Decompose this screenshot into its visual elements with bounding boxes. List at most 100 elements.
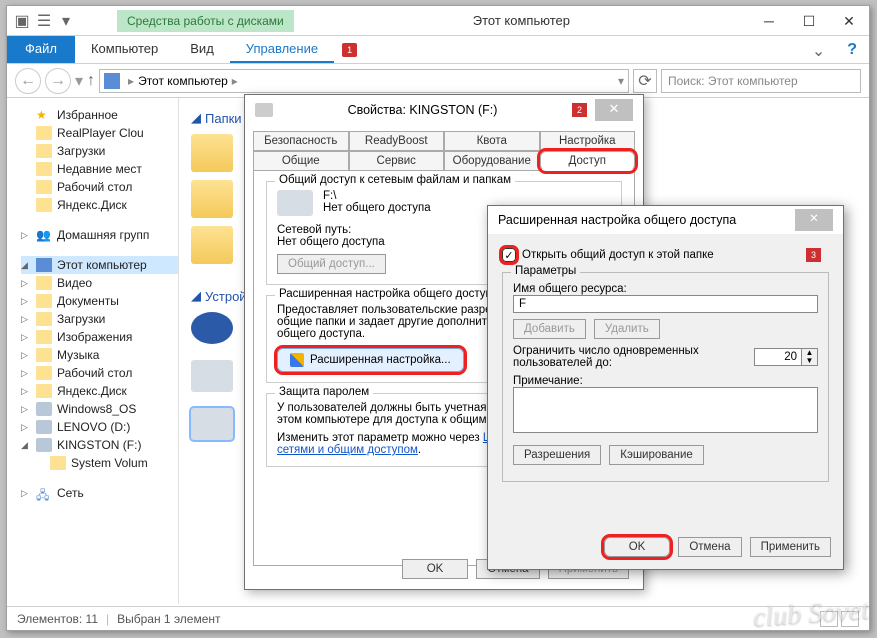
advanced-sharing-button[interactable]: Расширенная настройка... bbox=[277, 348, 464, 372]
tree-favorites[interactable]: Избранное bbox=[57, 108, 118, 122]
nav-tree[interactable]: ★Избранное RealPlayer Clou Загрузки Неда… bbox=[7, 98, 179, 604]
properties-icon[interactable]: ☰ bbox=[33, 10, 55, 32]
tab-customize[interactable]: Настройка bbox=[540, 131, 636, 151]
add-button[interactable]: Добавить bbox=[513, 319, 586, 339]
user-limit-input[interactable] bbox=[754, 348, 802, 366]
expand-ribbon-icon[interactable]: ⌄ bbox=[802, 36, 835, 63]
share-name-input[interactable] bbox=[513, 295, 818, 313]
tree-item[interactable]: Windows8_OS bbox=[57, 402, 136, 416]
tree-homegroup[interactable]: Домашняя групп bbox=[57, 228, 149, 242]
dialog-title: Свойства: KINGSTON (F:) bbox=[281, 103, 564, 117]
no-share-label: Нет общего доступа bbox=[323, 202, 431, 214]
up-button[interactable]: ↑ bbox=[87, 72, 95, 90]
folder-icon bbox=[36, 366, 52, 380]
status-bar: Элементов: 11 | Выбран 1 элемент bbox=[7, 606, 869, 630]
tree-item[interactable]: Загрузки bbox=[57, 144, 105, 158]
folder-icon bbox=[36, 180, 52, 194]
folder-icon bbox=[36, 294, 52, 308]
view-tab[interactable]: Вид bbox=[174, 36, 230, 63]
minimize-button[interactable]: ─ bbox=[749, 9, 789, 33]
tree-item[interactable]: Яндекс.Диск bbox=[57, 384, 127, 398]
view-details-icon[interactable] bbox=[820, 611, 838, 627]
tree-item[interactable]: RealPlayer Clou bbox=[57, 126, 144, 140]
tree-item[interactable]: Яндекс.Диск bbox=[57, 198, 127, 212]
window-title: Этот компьютер bbox=[294, 13, 749, 28]
close-button[interactable]: ✕ bbox=[595, 99, 633, 121]
delete-button[interactable]: Удалить bbox=[594, 319, 660, 339]
folder-item[interactable] bbox=[191, 226, 233, 264]
ok-button[interactable]: OK bbox=[402, 559, 469, 579]
window-controls: ─ ☐ ✕ bbox=[749, 9, 869, 33]
close-button[interactable]: ✕ bbox=[829, 9, 869, 33]
breadcrumb-item[interactable]: Этот компьютер bbox=[138, 74, 228, 88]
search-input[interactable]: Поиск: Этот компьютер bbox=[661, 69, 861, 93]
tab-general[interactable]: Общие bbox=[253, 151, 349, 171]
breadcrumb-dropdown-icon[interactable]: ▾ bbox=[618, 74, 624, 88]
folder-icon bbox=[36, 198, 52, 212]
manage-tab[interactable]: Управление bbox=[230, 36, 334, 63]
tab-sharing[interactable]: Доступ bbox=[540, 151, 636, 171]
maximize-button[interactable]: ☐ bbox=[789, 9, 829, 33]
net-share-group-title: Общий доступ к сетевым файлам и папкам bbox=[275, 174, 515, 186]
spinner-down-icon[interactable]: ▼ bbox=[802, 357, 817, 365]
pc-icon bbox=[104, 73, 120, 89]
tab-security[interactable]: Безопасность bbox=[253, 131, 349, 151]
ribbon-context-tab[interactable]: Средства работы с дисками bbox=[117, 10, 294, 32]
file-tab[interactable]: Файл bbox=[7, 36, 75, 63]
cancel-button[interactable]: Отмена bbox=[678, 537, 741, 557]
folder-icon bbox=[36, 348, 52, 362]
tab-tools[interactable]: Сервис bbox=[349, 151, 445, 171]
onedrive-icon[interactable] bbox=[191, 312, 233, 344]
tree-network[interactable]: Сеть bbox=[57, 486, 84, 500]
note-textarea[interactable] bbox=[513, 387, 818, 433]
tree-item[interactable]: Изображения bbox=[57, 330, 132, 344]
tab-readyboost[interactable]: ReadyBoost bbox=[349, 131, 445, 151]
tree-item[interactable]: KINGSTON (F:) bbox=[57, 438, 141, 452]
tree-item[interactable]: Музыка bbox=[57, 348, 99, 362]
tree-item[interactable]: Загрузки bbox=[57, 312, 105, 326]
tree-item[interactable]: Видео bbox=[57, 276, 92, 290]
permissions-button[interactable]: Разрешения bbox=[513, 445, 601, 465]
qat-dropdown-icon[interactable]: ▾ bbox=[55, 10, 77, 32]
folder-item[interactable] bbox=[191, 180, 233, 218]
dialog-title-bar[interactable]: Свойства: KINGSTON (F:) 2 ✕ bbox=[245, 95, 643, 125]
tree-item[interactable]: Недавние мест bbox=[57, 162, 142, 176]
dialog-title: Расширенная настройка общего доступа bbox=[498, 213, 795, 227]
tree-item[interactable]: Документы bbox=[57, 294, 119, 308]
tree-item[interactable]: System Volum bbox=[71, 456, 148, 470]
limit-label: Ограничить число одновременных пользоват… bbox=[513, 345, 746, 369]
chevron-right-icon: ▸ bbox=[232, 74, 238, 88]
share-folder-checkbox[interactable]: ✓ bbox=[502, 248, 516, 262]
caching-button[interactable]: Кэширование bbox=[609, 445, 704, 465]
drive-icon bbox=[36, 402, 52, 416]
help-icon[interactable]: ? bbox=[835, 36, 869, 63]
tab-quota[interactable]: Квота bbox=[444, 131, 540, 151]
tree-item[interactable]: Рабочий стол bbox=[57, 366, 132, 380]
forward-button[interactable]: → bbox=[45, 68, 71, 94]
breadcrumb[interactable]: ▸ Этот компьютер ▸ ▾ bbox=[99, 69, 629, 93]
ok-button[interactable]: OK bbox=[604, 537, 671, 557]
tree-item[interactable]: LENOVO (D:) bbox=[57, 420, 130, 434]
step-badge-2: 2 bbox=[572, 103, 587, 117]
dialog-title-bar[interactable]: Расширенная настройка общего доступа ✕ bbox=[488, 206, 843, 234]
folder-item[interactable] bbox=[191, 134, 233, 172]
tab-hardware[interactable]: Оборудование bbox=[444, 151, 540, 171]
drive-item-selected[interactable] bbox=[191, 408, 233, 440]
params-group-title: Параметры bbox=[511, 265, 580, 277]
folder-icon[interactable]: ▣ bbox=[11, 10, 33, 32]
share-folder-label: Открыть общий доступ к этой папке bbox=[522, 249, 714, 261]
share-button[interactable]: Общий доступ... bbox=[277, 254, 386, 274]
computer-tab[interactable]: Компьютер bbox=[75, 36, 174, 63]
history-dropdown-icon[interactable]: ▾ bbox=[75, 71, 83, 91]
view-tiles-icon[interactable] bbox=[841, 611, 859, 627]
tree-item[interactable]: Рабочий стол bbox=[57, 180, 132, 194]
refresh-button[interactable]: ⟳ bbox=[633, 69, 657, 93]
drive-item[interactable] bbox=[191, 360, 233, 392]
close-button[interactable]: ✕ bbox=[795, 209, 833, 231]
user-limit-spinner[interactable]: ▲▼ bbox=[754, 348, 818, 366]
ribbon-tabs: Файл Компьютер Вид Управление 1 ⌄ ? bbox=[7, 36, 869, 64]
apply-button[interactable]: Применить bbox=[750, 537, 831, 557]
back-button[interactable]: ← bbox=[15, 68, 41, 94]
tree-this-pc[interactable]: Этот компьютер bbox=[57, 258, 147, 272]
folder-icon bbox=[36, 312, 52, 326]
